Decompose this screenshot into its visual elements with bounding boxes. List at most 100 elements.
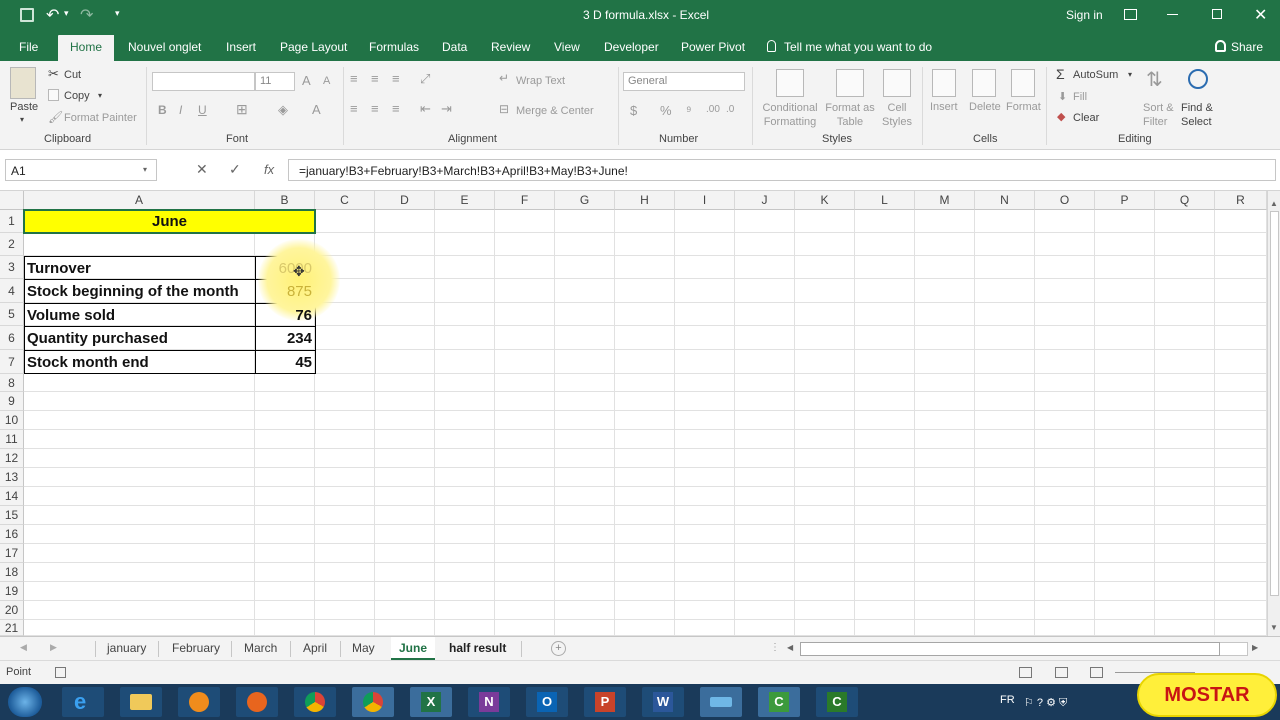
tab-home[interactable]: Home (58, 35, 115, 61)
row-header-3[interactable]: 3 (0, 256, 24, 279)
sheet-tab-may[interactable]: May (352, 641, 375, 655)
row-header-11[interactable]: 11 (0, 430, 24, 449)
row-header-17[interactable]: 17 (0, 544, 24, 563)
format-painter-button[interactable]: Format Painter (64, 112, 137, 124)
clear-icon[interactable]: ◆ (1057, 110, 1065, 123)
autosum-icon[interactable]: Σ (1056, 66, 1065, 82)
cancel-formula-icon[interactable]: ✕ (196, 161, 208, 178)
decrease-decimal-icon[interactable]: .0 (726, 104, 734, 115)
column-header-m[interactable]: M (915, 191, 975, 210)
fill-color-icon[interactable]: ◈ (278, 102, 288, 118)
media-player-taskbar-icon[interactable] (178, 687, 220, 717)
row-header-8[interactable]: 8 (0, 374, 24, 392)
tell-me-box[interactable]: Tell me what you want to do (784, 40, 932, 54)
page-layout-view-icon[interactable] (1055, 667, 1068, 678)
start-button-icon[interactable] (8, 687, 42, 717)
currency-icon[interactable]: $ (630, 103, 637, 118)
autosum-button[interactable]: AutoSum (1073, 69, 1118, 81)
number-format-box[interactable]: General (623, 72, 745, 91)
sign-in-link[interactable]: Sign in (1066, 8, 1103, 22)
camtasia-2-taskbar-icon[interactable]: C (816, 687, 858, 717)
cell-b6[interactable]: 234 (256, 330, 315, 347)
row-header-16[interactable]: 16 (0, 525, 24, 544)
paste-button[interactable]: Paste (10, 101, 38, 113)
outlook-taskbar-icon[interactable]: O (526, 687, 568, 717)
wrap-text-icon[interactable]: ↵ (499, 71, 509, 85)
orientation-icon[interactable]: ⤢ (420, 71, 430, 87)
chrome-taskbar-icon[interactable] (294, 687, 336, 717)
camtasia-taskbar-icon[interactable]: C (758, 687, 800, 717)
font-size-box[interactable]: 11 (255, 72, 295, 91)
column-header-j[interactable]: J (735, 191, 795, 210)
column-header-r[interactable]: R (1215, 191, 1267, 210)
explorer-taskbar-icon[interactable] (120, 687, 162, 717)
cell-a6[interactable]: Quantity purchased (24, 330, 171, 347)
cut-icon[interactable]: ✂ (48, 66, 59, 82)
format-painter-icon[interactable]: 🖌 (48, 110, 63, 124)
increase-indent-icon[interactable]: ⇥ (441, 101, 452, 117)
tab-review[interactable]: Review (491, 40, 530, 54)
merge-center-button[interactable]: Merge & Center (516, 105, 594, 117)
tab-data[interactable]: Data (442, 40, 467, 54)
column-header-a[interactable]: A (24, 191, 255, 210)
format-cells-button[interactable]: Format (1006, 101, 1041, 113)
excel-taskbar-icon[interactable]: X (410, 687, 452, 717)
column-header-p[interactable]: P (1095, 191, 1155, 210)
copy-dropdown-icon[interactable]: ▾ (98, 91, 102, 100)
select-all-corner[interactable] (0, 191, 24, 210)
powerpoint-taskbar-icon[interactable]: P (584, 687, 626, 717)
language-indicator[interactable]: FR (1000, 694, 1015, 706)
formula-input[interactable]: =january!B3+February!B3+March!B3+April!B… (288, 159, 1276, 181)
bottom-align-icon[interactable]: ≡ (392, 71, 400, 86)
firefox-taskbar-icon[interactable] (236, 687, 278, 717)
row-header-13[interactable]: 13 (0, 468, 24, 487)
conditional-formatting-icon[interactable] (776, 69, 804, 97)
fill-icon[interactable]: ⬇ (1058, 90, 1067, 103)
cell-b3[interactable]: 6000 (256, 260, 315, 277)
vertical-scroll-thumb[interactable] (1270, 211, 1279, 596)
ribbon-display-icon[interactable] (1124, 9, 1137, 20)
word-taskbar-icon[interactable]: W (642, 687, 684, 717)
column-header-f[interactable]: F (495, 191, 555, 210)
column-header-g[interactable]: G (555, 191, 615, 210)
sheet-tab-february[interactable]: February (172, 641, 220, 655)
copy-button[interactable]: Copy (64, 90, 90, 102)
column-header-q[interactable]: Q (1155, 191, 1215, 210)
conditional-formatting-button[interactable]: Conditional Formatting (760, 101, 820, 129)
share-button[interactable]: Share (1231, 40, 1263, 54)
sheet-tab-april[interactable]: April (303, 641, 327, 655)
italic-icon[interactable]: I (179, 103, 182, 117)
insert-cells-icon[interactable] (932, 69, 956, 97)
worksheet-grid[interactable]: ABCDEFGHIJKLMNOPQR 1 2 3 4 5 6 7 8 9 10 11 12 13 14 15… (0, 191, 1267, 636)
column-header-d[interactable]: D (375, 191, 435, 210)
underline-icon[interactable]: U (198, 103, 207, 117)
top-align-icon[interactable]: ≡ (350, 71, 358, 86)
wrap-text-button[interactable]: Wrap Text (516, 75, 565, 87)
sort-filter-icon[interactable]: ⇅ (1146, 67, 1163, 92)
row-header-1[interactable]: 1 (0, 210, 24, 233)
sheet-tab-january[interactable]: january (107, 641, 146, 655)
sort-filter-button[interactable]: Sort & Filter (1143, 101, 1174, 129)
chrome-2-taskbar-icon[interactable] (352, 687, 394, 717)
sheet-tab-march[interactable]: March (244, 641, 277, 655)
cell-b7[interactable]: 45 (256, 354, 315, 371)
tab-file[interactable]: File (19, 40, 38, 54)
cell-a5[interactable]: Volume sold (24, 307, 118, 324)
format-as-table-button[interactable]: Format as Table (822, 101, 878, 129)
minimize-icon[interactable] (1167, 14, 1178, 15)
ie-taskbar-icon[interactable]: e (62, 687, 104, 717)
enter-formula-icon[interactable]: ✓ (229, 161, 241, 178)
format-cells-icon[interactable] (1011, 69, 1035, 97)
column-header-o[interactable]: O (1035, 191, 1095, 210)
insert-cells-button[interactable]: Insert (930, 101, 958, 113)
middle-align-icon[interactable]: ≡ (371, 71, 379, 86)
tab-insert[interactable]: Insert (226, 40, 256, 54)
column-header-i[interactable]: I (675, 191, 735, 210)
cell-a7[interactable]: Stock month end (24, 354, 152, 371)
find-select-icon[interactable] (1188, 69, 1208, 89)
format-as-table-icon[interactable] (836, 69, 864, 97)
name-box-dropdown-icon[interactable]: ▾ (143, 165, 147, 174)
column-header-h[interactable]: H (615, 191, 675, 210)
tab-power-pivot[interactable]: Power Pivot (681, 40, 745, 54)
scroll-up-icon[interactable]: ▲ (1270, 199, 1278, 208)
